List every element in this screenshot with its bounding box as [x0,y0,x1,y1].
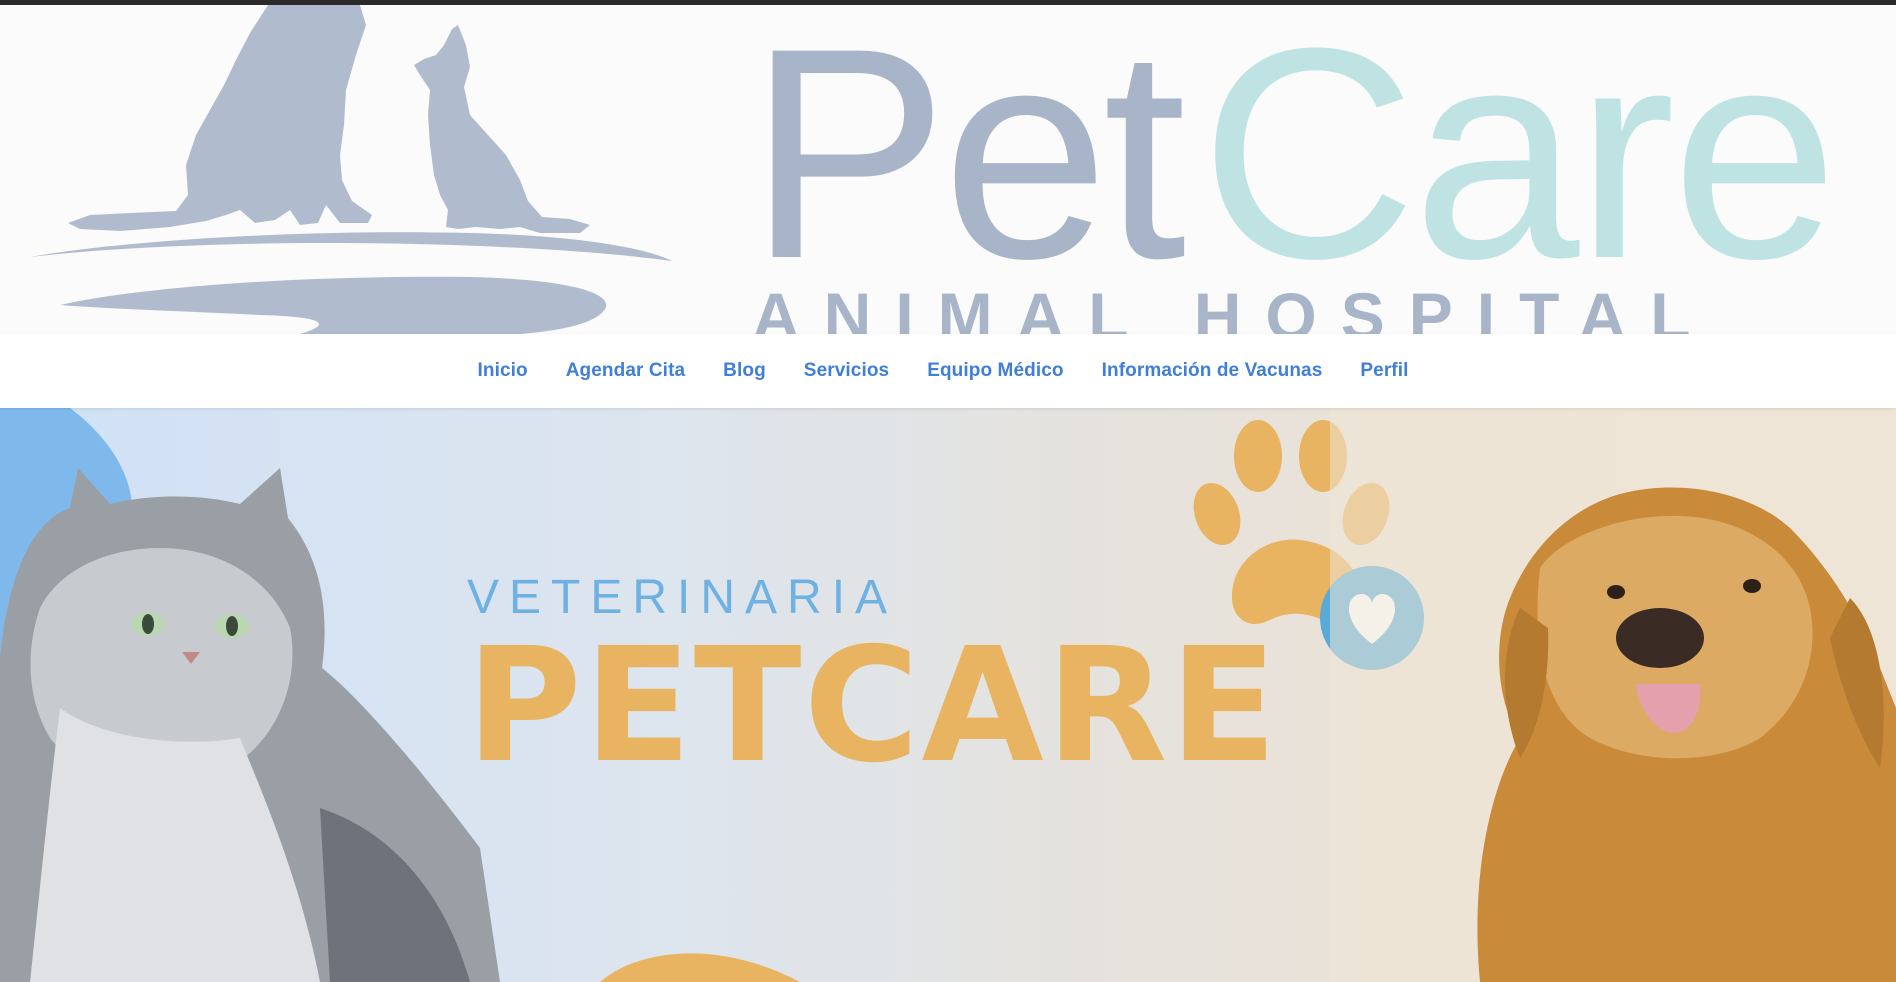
nav-item-inicio: Inicio [478,360,528,382]
nav-link-inicio[interactable]: Inicio [478,360,528,381]
cat-photo-illustration [0,468,500,982]
nav-link-informacion-vacunas[interactable]: Información de Vacunas [1102,360,1323,381]
hero-orange-bump [600,953,800,982]
nav-link-perfil[interactable]: Perfil [1360,360,1408,381]
page: Pet Care ANIMAL HOSPITAL Inicio Agendar … [0,0,1896,982]
header-banner: Pet Care ANIMAL HOSPITAL [0,5,1896,334]
nav-link-blog[interactable]: Blog [723,360,766,381]
pets-silhouette-icon [30,5,672,334]
nav-item-servicios: Servicios [804,360,889,382]
nav-item-equipo-medico: Equipo Médico [927,360,1063,382]
nav-item-blog: Blog [723,360,766,382]
nav-item-informacion-vacunas: Información de Vacunas [1102,360,1323,382]
nav-link-servicios[interactable]: Servicios [804,360,889,381]
logo-word-care: Care [1200,5,1838,321]
nav-list: Inicio Agendar Cita Blog Servicios Equip… [478,360,1409,382]
main-nav: Inicio Agendar Cita Blog Servicios Equip… [0,334,1896,408]
nav-item-perfil: Perfil [1360,360,1408,382]
logo-subtitle: ANIMAL HOSPITAL [752,279,1715,334]
nav-link-equipo-medico[interactable]: Equipo Médico [927,360,1063,381]
hero-banner: VETERINARIA PETCARE [0,408,1896,982]
nav-item-agendar-cita: Agendar Cita [566,360,685,382]
logo-word-pet: Pet [748,5,1186,321]
nav-link-agendar-cita[interactable]: Agendar Cita [566,360,685,381]
hero-title: PETCARE [466,614,1280,798]
